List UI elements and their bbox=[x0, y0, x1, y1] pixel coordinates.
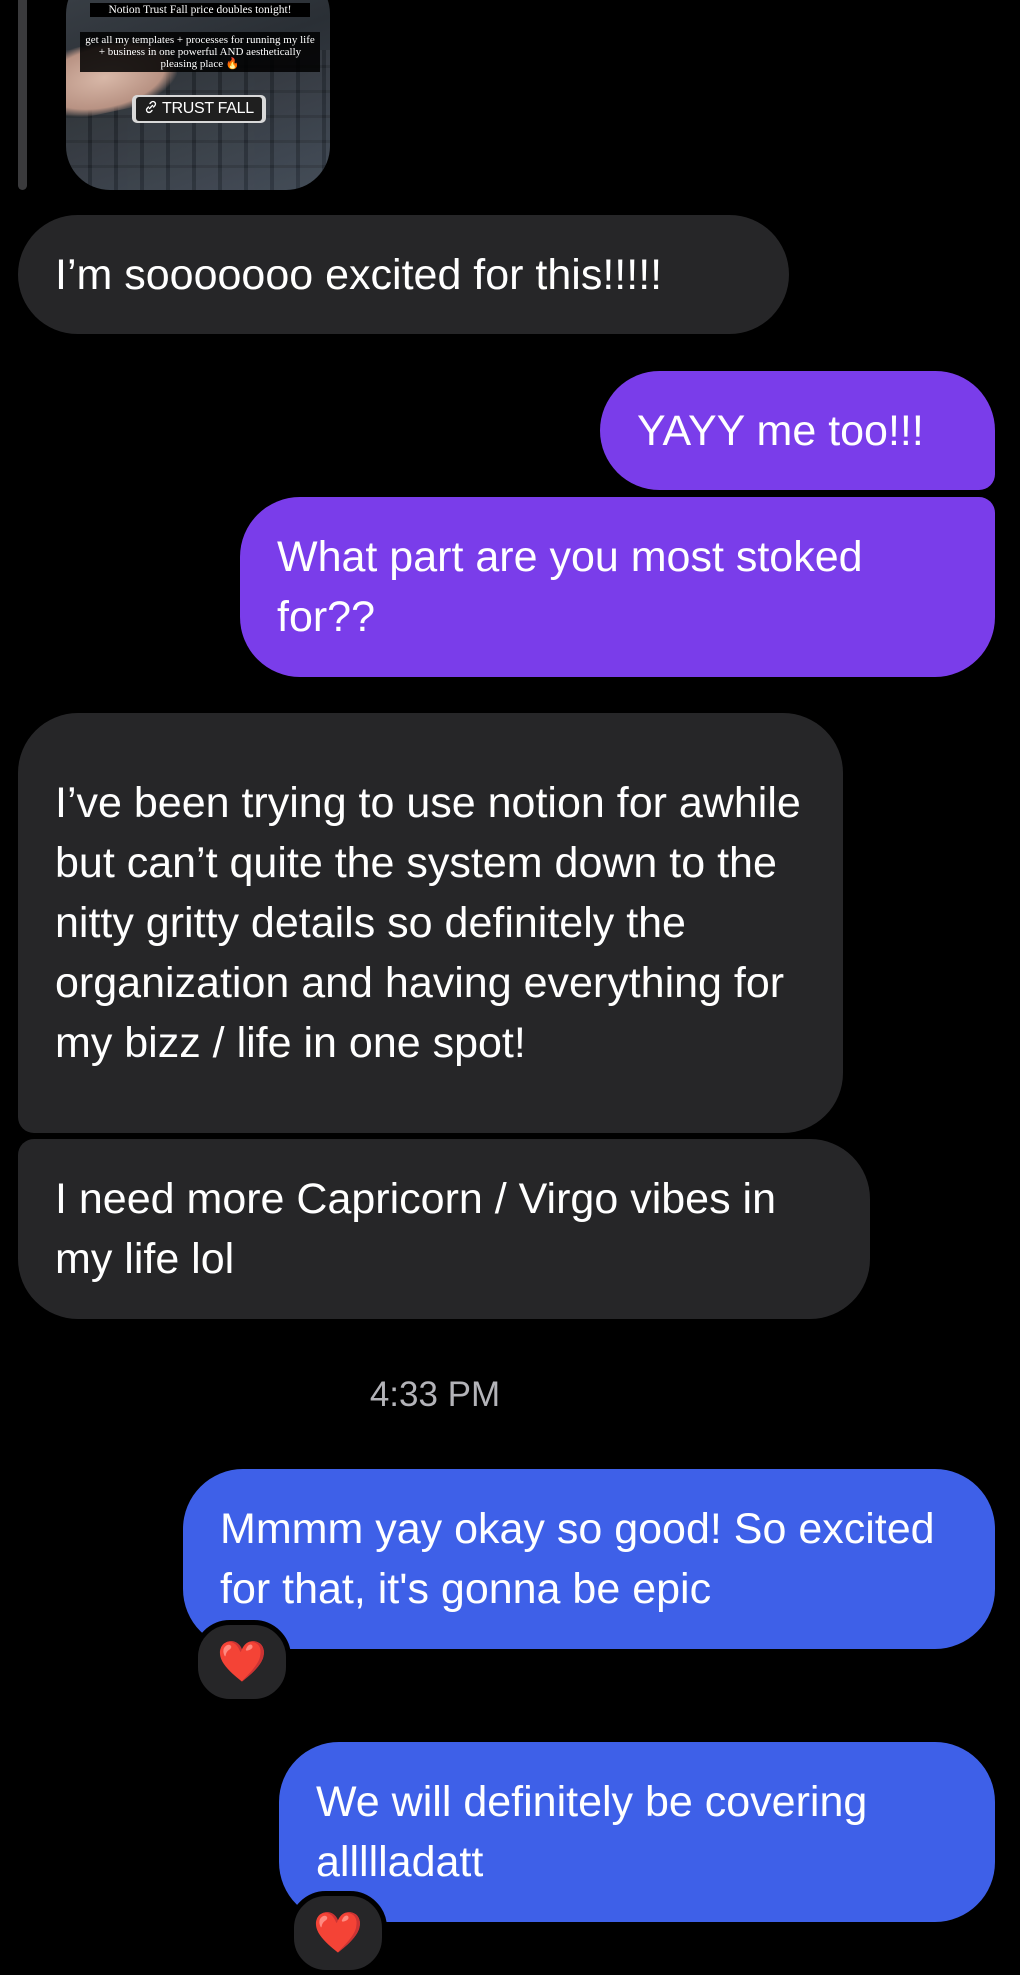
link-icon bbox=[144, 100, 158, 119]
message-text: What part are you most stoked for?? bbox=[277, 533, 863, 641]
heart-icon: ❤️ bbox=[217, 1640, 267, 1684]
message-received[interactable]: I’m sooooooo excited for this!!!!! bbox=[18, 215, 789, 334]
heart-icon: ❤️ bbox=[313, 1911, 363, 1955]
message-text: I’m sooooooo excited for this!!!!! bbox=[55, 250, 663, 299]
message-text: I need more Capricorn / Virgo vibes in m… bbox=[55, 1175, 777, 1283]
heart-reaction[interactable]: ❤️ bbox=[193, 1620, 291, 1704]
message-sent[interactable]: What part are you most stoked for?? bbox=[240, 497, 995, 677]
message-text: YAYY me too!!! bbox=[637, 406, 924, 455]
message-sent[interactable]: YAYY me too!!! bbox=[600, 371, 995, 490]
heart-reaction[interactable]: ❤️ bbox=[289, 1891, 387, 1975]
story-link-sticker[interactable]: TRUST FALL bbox=[132, 95, 266, 123]
message-sent[interactable]: We will definitely be covering alllllada… bbox=[279, 1742, 995, 1922]
reply-thread-line bbox=[18, 0, 27, 190]
message-sent[interactable]: Mmmm yay okay so good! So excited for th… bbox=[183, 1469, 995, 1649]
message-received[interactable]: I’ve been trying to use notion for awhil… bbox=[18, 713, 843, 1133]
message-text: We will definitely be covering alllllada… bbox=[316, 1778, 868, 1886]
message-text: I’ve been trying to use notion for awhil… bbox=[55, 779, 801, 1067]
message-received[interactable]: I need more Capricorn / Virgo vibes in m… bbox=[18, 1139, 870, 1319]
story-link-label: TRUST FALL bbox=[162, 100, 254, 117]
story-caption-body: get all my templates + processes for run… bbox=[80, 32, 320, 72]
story-caption-title: Notion Trust Fall price doubles tonight! bbox=[90, 3, 310, 17]
story-preview[interactable]: Notion Trust Fall price doubles tonight!… bbox=[66, 0, 330, 190]
message-text: Mmmm yay okay so good! So excited for th… bbox=[220, 1505, 935, 1613]
message-timestamp: 4:33 PM bbox=[369, 1375, 501, 1414]
